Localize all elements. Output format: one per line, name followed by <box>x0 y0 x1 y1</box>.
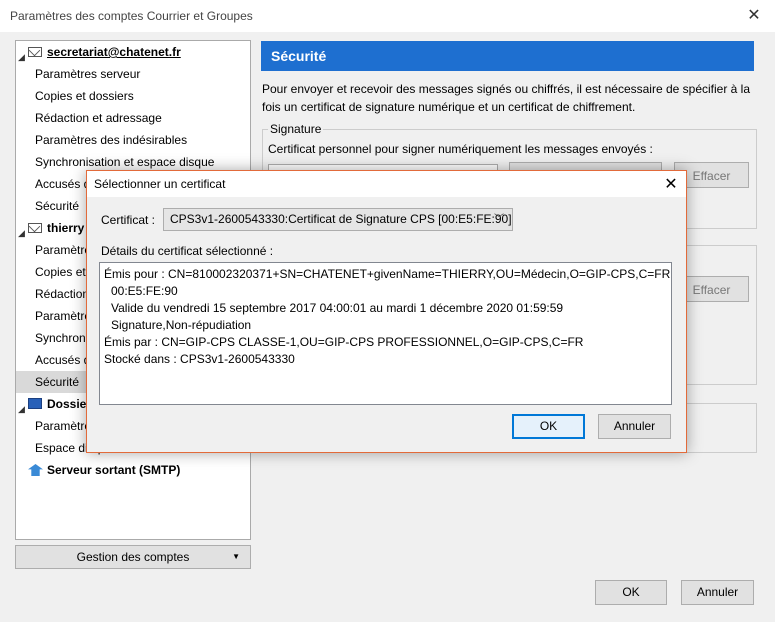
cancel-button[interactable]: Annuler <box>681 580 754 605</box>
ok-button[interactable]: OK <box>595 580 667 605</box>
panel-header: Sécurité <box>261 41 754 71</box>
chevron-down-icon: ﹀ <box>494 214 504 225</box>
envelope-icon <box>28 47 42 57</box>
details-stored-in: Stocké dans : CPS3v1-2600543330 <box>104 352 295 366</box>
tree-item-label: Serveur sortant (SMTP) <box>47 463 181 477</box>
clear-encryption-label: Effacer <box>692 283 731 297</box>
dialog-ok-button[interactable]: OK <box>512 414 585 439</box>
dialog-titlebar: Sélectionner un certificat ✕ <box>87 171 686 197</box>
tree-item-label: Copies et dossiers <box>35 89 134 103</box>
dialog-title: Sélectionner un certificat <box>94 177 226 191</box>
signature-legend: Signature <box>268 122 324 136</box>
certificate-select-value: CPS3v1-2600543330:Certificat de Signatur… <box>170 212 512 226</box>
certificate-select[interactable]: CPS3v1-2600543330:Certificat de Signatur… <box>163 208 513 231</box>
tree-item[interactable]: Copies et dossiers <box>16 85 250 107</box>
computer-icon <box>28 398 42 409</box>
tree-item-label: Rédaction et adressage <box>35 111 162 125</box>
tree-item[interactable]: Paramètres serveur <box>16 63 250 85</box>
tree-item-label: Sécurité <box>35 199 80 213</box>
dialog-close-icon[interactable]: ✕ <box>661 174 681 194</box>
details-serial: 00:E5:FE:90 <box>111 284 178 298</box>
window-close-icon[interactable]: ✕ <box>742 6 766 26</box>
account-actions-button[interactable]: Gestion des comptes ▼ <box>15 545 251 569</box>
account-actions-label: Gestion des comptes <box>76 550 190 564</box>
tree-item-label: Paramètres serveur <box>35 67 141 81</box>
tree-item[interactable]: Rédaction et adressage <box>16 107 250 129</box>
dialog-cancel-button[interactable]: Annuler <box>598 414 671 439</box>
certificate-details[interactable]: Émis pour : CN=810002320371+SN=CHATENET+… <box>99 262 672 405</box>
ok-button-label: OK <box>622 585 640 599</box>
tree-account[interactable]: ◢ secretariat@chatenet.fr <box>16 41 250 63</box>
window-titlebar: Paramètres des comptes Courrier et Group… <box>0 0 775 32</box>
dialog-cancel-label: Annuler <box>613 419 656 433</box>
tree-account[interactable]: Serveur sortant (SMTP) <box>16 459 250 481</box>
tree-item-label: Sécurité <box>35 375 80 389</box>
envelope-icon <box>28 223 42 233</box>
security-description: Pour envoyer et recevoir des messages si… <box>262 82 751 114</box>
dialog-ok-label: OK <box>539 419 558 433</box>
clear-signature-label: Effacer <box>692 169 731 183</box>
dropdown-arrow-icon: ▼ <box>232 552 240 561</box>
outgoing-server-icon <box>28 464 43 476</box>
details-issued-to: Émis pour : CN=810002320371+SN=CHATENET+… <box>104 267 671 281</box>
signature-instruction: Certificat personnel pour signer numériq… <box>268 142 653 156</box>
details-label: Détails du certificat sélectionné : <box>101 244 274 258</box>
details-validity: Valide du vendredi 15 septembre 2017 04:… <box>111 301 564 315</box>
select-certificate-dialog: Sélectionner un certificat ✕ Certificat … <box>86 170 687 453</box>
cancel-button-label: Annuler <box>696 585 739 599</box>
window-title: Paramètres des comptes Courrier et Group… <box>10 9 253 23</box>
details-usage: Signature,Non-répudiation <box>111 318 252 332</box>
tree-item[interactable]: Paramètres des indésirables <box>16 129 250 151</box>
tree-item-label: thierry <box>47 221 85 235</box>
details-issued-by: Émis par : CN=GIP-CPS CLASSE-1,OU=GIP-CP… <box>104 335 584 349</box>
tree-item-label: secretariat@chatenet.fr <box>47 45 181 59</box>
tree-item-label: Paramètres des indésirables <box>35 133 188 147</box>
certificate-label: Certificat : <box>101 213 156 227</box>
